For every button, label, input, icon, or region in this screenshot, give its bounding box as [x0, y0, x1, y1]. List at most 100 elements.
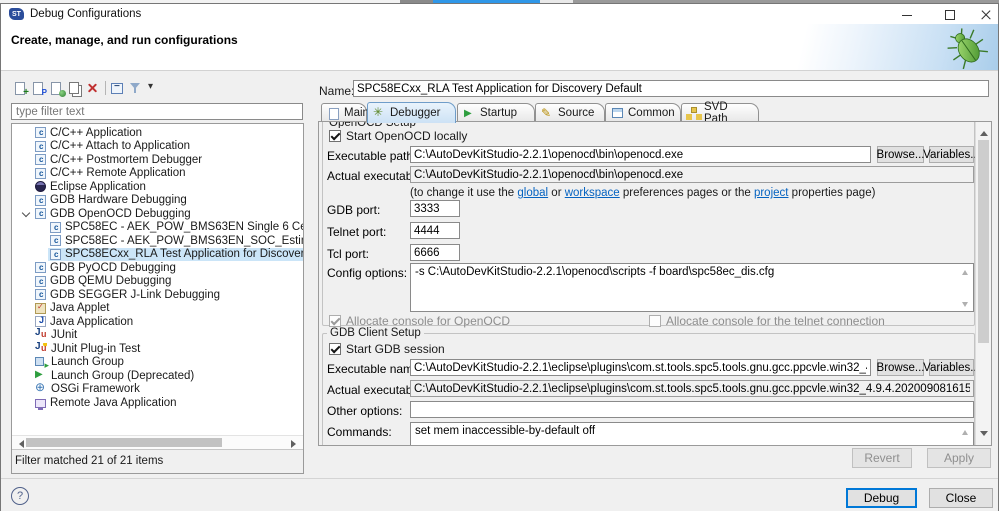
hscroll-thumb[interactable]	[26, 438, 222, 447]
expander-spacer	[20, 329, 33, 342]
start-openocd-checkbox[interactable]: Start OpenOCD locally	[329, 129, 467, 143]
global-preferences-link[interactable]: global	[517, 187, 548, 199]
startup-tab-icon	[463, 107, 476, 120]
c-application-icon	[35, 276, 46, 287]
tree-item[interactable]: OSGi Framework	[12, 383, 303, 397]
new-prototype-icon[interactable]	[30, 80, 48, 97]
scroll-up-arrow-icon[interactable]	[980, 127, 988, 136]
telnet-port-input[interactable]	[410, 222, 460, 239]
scroll-left-arrow-icon[interactable]	[15, 440, 24, 448]
tree-item[interactable]: Remote Java Application	[12, 396, 303, 410]
content-vscrollbar[interactable]	[975, 122, 992, 445]
tab-label: Source	[558, 107, 594, 119]
textarea-scroll-up-icon[interactable]	[962, 267, 968, 275]
minimize-button[interactable]	[894, 7, 920, 22]
textarea-scroll-up-icon[interactable]	[962, 427, 968, 435]
menu-dropdown-icon[interactable]	[145, 80, 163, 97]
tree-item[interactable]: Eclipse Application	[12, 180, 303, 194]
apply-button[interactable]: Apply	[927, 448, 991, 468]
expander-spacer	[20, 126, 33, 139]
name-input[interactable]	[353, 80, 989, 97]
other-options-input[interactable]	[410, 401, 974, 418]
expander-spacer	[20, 153, 33, 166]
filter-icon[interactable]	[127, 80, 145, 97]
executable-path-input[interactable]	[410, 146, 871, 163]
checkbox-icon	[329, 315, 341, 327]
close-button[interactable]: Close	[929, 488, 993, 508]
revert-button[interactable]: Revert	[852, 448, 912, 468]
browse-button[interactable]: Browse...	[877, 146, 924, 163]
start-gdb-session-checkbox[interactable]: Start GDB session	[329, 342, 445, 356]
st-logo-icon: ST	[9, 8, 24, 20]
variables-button[interactable]: Variables...	[929, 359, 974, 376]
expander-icon[interactable]	[20, 207, 33, 220]
svd-path-tab-icon	[687, 107, 700, 120]
hint-text: preferences pages or the	[620, 187, 754, 199]
expander-spacer	[20, 167, 33, 180]
new-configuration-icon[interactable]	[12, 80, 30, 97]
config-options-textarea[interactable]: -s C:\AutoDevKitStudio-2.2.1\openocd\scr…	[410, 263, 974, 312]
c-application-icon	[35, 208, 46, 219]
tree-item[interactable]: JUnit Plug-in Test	[12, 342, 303, 356]
export-configuration-icon[interactable]	[48, 80, 66, 97]
dialog-window: ST Debug Configurations Create, manage, …	[0, 3, 999, 511]
scroll-right-arrow-icon[interactable]	[291, 440, 300, 448]
close-window-button[interactable]	[973, 7, 999, 22]
browse-button[interactable]: Browse...	[877, 359, 924, 376]
allocate-console-checkbox[interactable]: Allocate console for OpenOCD	[329, 314, 510, 328]
tree-item[interactable]: Java Applet	[12, 302, 303, 316]
c-application-icon	[35, 289, 46, 300]
vscroll-thumb[interactable]	[978, 140, 989, 343]
tab-debugger[interactable]: Debugger	[367, 102, 456, 123]
tree-item[interactable]: GDB SEGGER J-Link Debugging	[12, 288, 303, 302]
tab-svd-path[interactable]: SVD Path	[681, 103, 759, 122]
tree-item[interactable]: Launch Group (Deprecated)	[12, 369, 303, 383]
delete-icon[interactable]	[84, 80, 102, 97]
c-application-icon	[35, 141, 46, 152]
tree-item[interactable]: C/C++ Application	[12, 126, 303, 140]
filter-input[interactable]	[11, 103, 303, 120]
tab-label: Startup	[480, 107, 517, 119]
tree-item[interactable]: Launch Group	[12, 356, 303, 370]
tree-item[interactable]: Java Application	[12, 315, 303, 329]
checkbox-icon	[329, 343, 341, 355]
tab-main[interactable]: Main	[321, 103, 367, 122]
tree-item[interactable]: GDB PyOCD Debugging	[12, 261, 303, 275]
tree-item[interactable]: C/C++ Attach to Application	[12, 140, 303, 154]
tree-item-label: C/C++ Postmortem Debugger	[50, 154, 202, 166]
variables-button[interactable]: Variables...	[929, 146, 974, 163]
commands-textarea[interactable]: set mem inaccessible-by-default off	[410, 422, 974, 446]
workspace-preferences-link[interactable]: workspace	[565, 187, 620, 199]
project-properties-link[interactable]: project	[754, 187, 789, 199]
tree-item[interactable]: SPC58EC - AEK_POW_BMS63EN_SOC_Estimation…	[12, 234, 303, 248]
junit-icon	[35, 329, 47, 341]
tree-item[interactable]: C/C++ Remote Application	[12, 167, 303, 181]
tree-item-label: SPC58EC - AEK_POW_BMS63EN_SOC_Estimation…	[65, 235, 303, 247]
tcl-port-input[interactable]	[410, 244, 460, 261]
tree-item[interactable]: JUnit	[12, 329, 303, 343]
scroll-down-arrow-icon[interactable]	[980, 431, 988, 440]
collapse-all-icon[interactable]	[109, 80, 127, 97]
tree-item[interactable]: GDB OpenOCD Debugging	[12, 207, 303, 221]
tree-item[interactable]: SPC58ECxx_RLA Test Application for Disco…	[12, 248, 303, 262]
tree-hscrollbar[interactable]	[12, 435, 303, 449]
tab-startup[interactable]: Startup	[457, 103, 535, 122]
tree-item[interactable]: GDB QEMU Debugging	[12, 275, 303, 289]
tree-item[interactable]: SPC58EC - AEK_POW_BMS63EN Single 6 Cells…	[12, 221, 303, 235]
tree-item[interactable]: C/C++ Postmortem Debugger	[12, 153, 303, 167]
eclipse-application-icon	[35, 181, 46, 192]
help-button[interactable]: ?	[11, 487, 29, 505]
tab-source[interactable]: Source	[535, 103, 605, 122]
maximize-button[interactable]	[937, 7, 963, 22]
expander-spacer	[20, 194, 33, 207]
debug-button[interactable]: Debug	[846, 488, 917, 508]
tree-item[interactable]: GDB Hardware Debugging	[12, 194, 303, 208]
textarea-scroll-down-icon[interactable]	[962, 302, 968, 310]
checkbox-label: Start GDB session	[346, 342, 445, 356]
gdb-port-input[interactable]	[410, 200, 460, 217]
tab-common[interactable]: Common	[605, 103, 681, 122]
allocate-telnet-console-checkbox[interactable]: Allocate console for the telnet connecti…	[649, 314, 885, 328]
executable-name-input[interactable]	[410, 359, 871, 376]
duplicate-icon[interactable]	[66, 80, 84, 97]
launch-group-icon	[35, 356, 47, 368]
